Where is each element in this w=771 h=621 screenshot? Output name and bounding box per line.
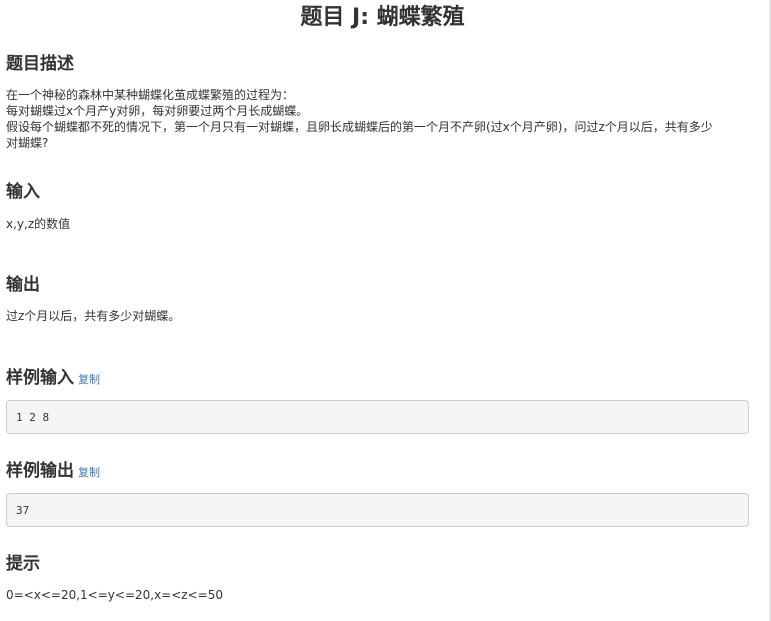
description-line: 假设每个蝴蝶都不死的情况下，第一个月只有一对蝴蝶，且卵长成蝴蝶后的第一个月不产卵…: [6, 120, 713, 134]
description-line: 对蝴蝶?: [6, 136, 49, 150]
output-text: 过z个月以后，共有多少对蝴蝶。: [6, 309, 181, 323]
input-text: x,y,z的数值: [6, 217, 71, 231]
description-heading: 题目描述: [6, 54, 74, 74]
description-line: 每对蝴蝶过x个月产y对卵，每对卵要过两个月长成蝴蝶。: [6, 104, 309, 118]
problem-title: 题目 J: 蝴蝶繁殖: [300, 5, 465, 30]
sample-output-box: 37: [6, 493, 749, 527]
description-line: 在一个神秘的森林中某种蝴蝶化茧成蝶繁殖的过程为：: [6, 88, 295, 102]
sample-input-heading-label: 样例输入: [6, 368, 74, 388]
sample-input-heading: 样例输入 复制: [6, 367, 100, 391]
sample-input-copy-link[interactable]: 复制: [78, 373, 100, 386]
problem-page: 题目 J: 蝴蝶繁殖 题目描述 在一个神秘的森林中某种蝴蝶化茧成蝶繁殖的过程为：…: [0, 0, 769, 621]
hint-text: 0=<x<=20,1<=y<=20,x=<z<=50: [6, 588, 223, 602]
sample-output-copy-link[interactable]: 复制: [78, 466, 100, 479]
sample-output-heading-label: 样例输出: [6, 461, 74, 481]
hint-heading: 提示: [6, 554, 40, 574]
description-body: 在一个神秘的森林中某种蝴蝶化茧成蝶繁殖的过程为： 每对蝴蝶过x个月产y对卵，每对…: [6, 87, 751, 151]
output-heading: 输出: [6, 275, 40, 295]
sample-input-box: 1 2 8: [6, 400, 749, 434]
sample-output-value: 37: [16, 504, 30, 517]
input-heading: 输入: [6, 182, 40, 202]
sample-output-heading: 样例输出 复制: [6, 460, 100, 484]
sample-input-value: 1 2 8: [16, 411, 50, 424]
